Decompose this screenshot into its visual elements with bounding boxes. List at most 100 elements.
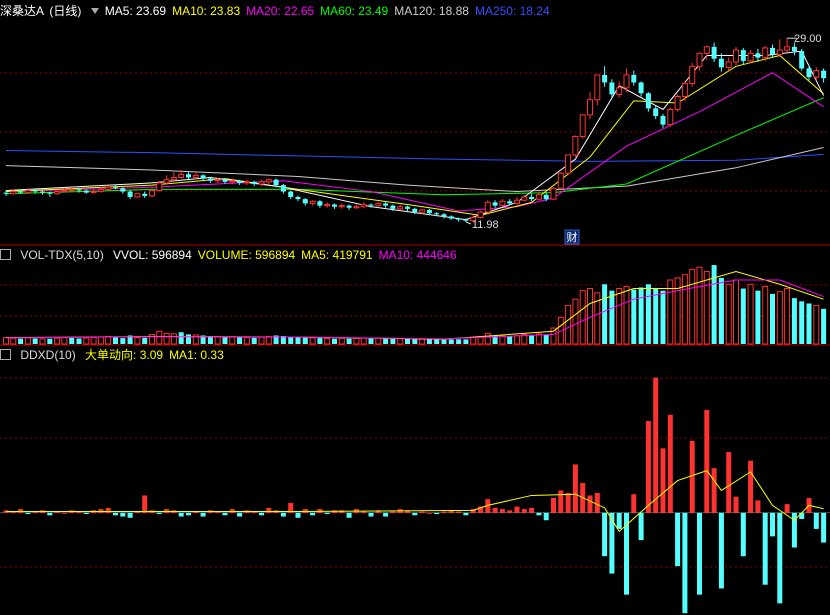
- price-panel-header: 深桑达A (日线) MA5: 23.69 MA10: 23.83 MA20: 22.…: [0, 3, 562, 19]
- candle-body: [550, 187, 557, 200]
- ddxd-bar: [507, 510, 513, 513]
- candle-body: [120, 188, 126, 192]
- volume-bar: [237, 337, 243, 344]
- candle-body: [456, 218, 462, 220]
- candle-body: [251, 181, 257, 184]
- candle-body: [309, 200, 316, 204]
- candle-body: [360, 204, 367, 208]
- volume-bar: [265, 336, 272, 345]
- ddxd-bar: [463, 512, 469, 516]
- ddxd-bar: [529, 507, 535, 513]
- candle-body: [397, 206, 404, 210]
- volume-bar: [799, 301, 805, 344]
- indicator-box-icon[interactable]: [0, 349, 11, 360]
- volume-bar: [784, 288, 791, 345]
- stock-chart[interactable]: 29.00 11.98 财: [0, 0, 830, 615]
- candle-body: [674, 96, 681, 110]
- volume-bar: [602, 284, 608, 344]
- volume-bar: [214, 336, 221, 345]
- volume-bar: [295, 337, 301, 344]
- volume-bar: [186, 334, 191, 344]
- candle-body: [405, 206, 410, 209]
- candle-body: [733, 49, 739, 63]
- candle-body: [426, 209, 432, 214]
- candle-body: [324, 204, 331, 207]
- volume-bar: [791, 298, 797, 344]
- candle-body: [681, 83, 688, 98]
- candle-body: [572, 135, 579, 156]
- candle-body: [302, 199, 308, 204]
- candle-body: [375, 202, 382, 207]
- ddxd-bar: [164, 509, 170, 513]
- legend-item: MA10: 23.83: [172, 4, 241, 18]
- candle-body: [703, 46, 710, 54]
- volume-bar: [529, 334, 535, 344]
- ddxd-bar: [784, 504, 790, 513]
- candle-body: [368, 204, 374, 206]
- candle-body: [383, 203, 389, 206]
- volume-bar: [441, 339, 447, 344]
- ddxd-bar: [762, 512, 768, 585]
- ma60-line: [5, 97, 824, 196]
- volume-bar: [718, 277, 724, 344]
- candle-body: [696, 52, 703, 67]
- candle-body: [273, 179, 279, 186]
- volume-bar: [484, 332, 491, 345]
- legend-item: MA1: 0.33: [169, 348, 224, 362]
- ddxd-bar: [748, 460, 754, 513]
- stock-name[interactable]: 深桑达A: [0, 4, 44, 18]
- candle-body: [412, 208, 418, 213]
- candle-body: [762, 47, 769, 59]
- volume-bar: [222, 337, 228, 344]
- volume-bar: [243, 337, 250, 345]
- legend-item: MA60: 23.49: [320, 4, 389, 18]
- ddxd-bar: [18, 509, 24, 513]
- candle-body: [76, 189, 82, 191]
- candle-body: [579, 114, 586, 137]
- volume-bar: [733, 279, 739, 345]
- candlesticks: [3, 38, 827, 223]
- candle-body: [207, 178, 213, 181]
- candle-body: [463, 219, 469, 221]
- ddxd-bar: [514, 506, 520, 513]
- news-badge-label[interactable]: 财: [567, 230, 578, 244]
- ddxd-bar: [426, 512, 432, 514]
- volume-bar: [317, 338, 323, 344]
- ddxd-bar: [120, 512, 126, 517]
- volume-bar: [105, 336, 112, 345]
- legend-triangle-icon: [90, 8, 99, 14]
- volume-bar: [565, 305, 572, 345]
- volume-bar: [821, 308, 827, 344]
- indicator-box-icon[interactable]: [0, 249, 11, 260]
- ddxd-bar: [280, 512, 286, 517]
- ddxd-bar: [390, 511, 396, 513]
- volume-bar: [309, 337, 316, 345]
- ddxd-bar: [594, 492, 600, 513]
- candle-body: [492, 202, 498, 206]
- candle-body: [689, 65, 696, 85]
- candle-body: [594, 74, 601, 101]
- volume-bar: [76, 338, 82, 344]
- ddxd-bar: [616, 512, 622, 529]
- volume-indicator-name[interactable]: VOL-TDX(5,10): [20, 248, 103, 262]
- ddxd-bar: [726, 452, 732, 513]
- ddxd-bar: [61, 512, 67, 514]
- candle-body: [68, 188, 75, 191]
- ddxd-indicator-name[interactable]: DDXD(10): [20, 348, 75, 362]
- low-price-pointer: [465, 221, 472, 225]
- ddxd-legend: 大单动向: 3.09 MA1: 0.33: [85, 348, 230, 362]
- period-label[interactable]: (日线): [49, 4, 81, 18]
- candle-body: [557, 172, 564, 189]
- volume-bar: [725, 283, 732, 345]
- volume-bar: [360, 337, 367, 345]
- candle-body: [448, 216, 454, 219]
- candle-body: [477, 211, 484, 218]
- candle-body: [186, 174, 191, 178]
- ddxd-bar: [83, 512, 89, 515]
- candle-body: [653, 108, 659, 116]
- candle-body: [770, 47, 775, 55]
- volume-bar: [113, 337, 118, 344]
- candle-body: [521, 196, 528, 201]
- candle-body: [280, 185, 286, 192]
- candle-body: [806, 68, 812, 78]
